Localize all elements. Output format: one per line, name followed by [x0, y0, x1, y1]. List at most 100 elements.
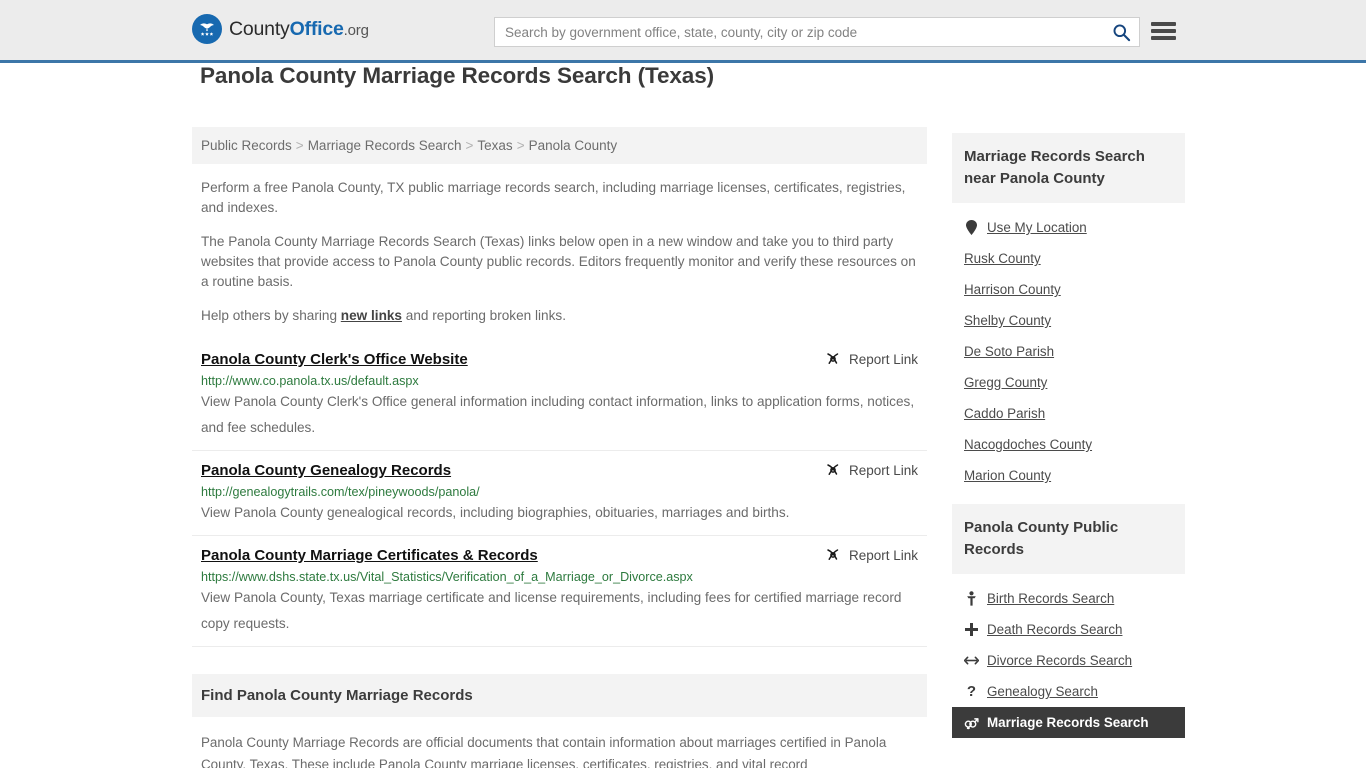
sidebar-item-label: Harrison County [964, 282, 1061, 297]
list-item: Harrison County [952, 274, 1185, 305]
main-content: Public Records > Marriage Records Search > T… [192, 127, 927, 768]
result-title-link[interactable]: Panola County Genealogy Records [201, 461, 451, 480]
sidebar-item-nacogdoches-county[interactable]: Nacogdoches County [952, 429, 1185, 460]
hamburger-bar [1151, 22, 1176, 26]
result-description: View Panola County genealogical records,… [201, 505, 790, 520]
list-item: Nacogdoches County [952, 429, 1185, 460]
sidebar-item-de-soto-parish[interactable]: De Soto Parish [952, 336, 1185, 367]
menu-button[interactable] [1151, 20, 1176, 42]
sidebar-item-label: Shelby County [964, 313, 1052, 328]
list-item: Marriage Records Search [952, 707, 1185, 738]
list-item: Gregg County [952, 367, 1185, 398]
sidebar-item-genealogy-search[interactable]: ? Genealogy Search [952, 676, 1185, 707]
find-records-paragraph: Panola County Marriage Records are offic… [201, 735, 887, 768]
sidebar-item-gregg-county[interactable]: Gregg County [952, 367, 1185, 398]
sidebar-item-label: Gregg County [964, 375, 1048, 390]
search-input[interactable] [495, 18, 1103, 46]
page-title: Panola County Marriage Records Search (T… [200, 63, 715, 88]
site-logo[interactable]: CountyOffice.org [192, 14, 369, 44]
list-item: Rusk County [952, 243, 1185, 274]
sidebar-item-label: Genealogy Search [987, 684, 1098, 699]
share-text-before: Help others by sharing [201, 308, 341, 323]
brand-part-tld: .org [343, 21, 369, 39]
result-url: https://www.dshs.state.tx.us/Vital_Stati… [201, 570, 693, 584]
report-link-button[interactable]: Report Link [825, 462, 918, 478]
list-item: Caddo Parish [952, 398, 1185, 429]
site-logo-text: CountyOffice.org [229, 18, 369, 41]
sidebar-item-caddo-parish[interactable]: Caddo Parish [952, 398, 1185, 429]
find-records-body: Panola County Marriage Records are offic… [192, 732, 927, 768]
breadcrumb-item-public-records[interactable]: Public Records [201, 138, 292, 153]
hamburger-bar [1151, 29, 1176, 33]
brand-part-county: County [229, 17, 290, 40]
sidebar-item-label: De Soto Parish [964, 344, 1055, 359]
list-item: Birth Records Search [952, 583, 1185, 614]
result-url: http://genealogytrails.com/tex/pineywood… [201, 485, 480, 499]
list-item: Marion County [952, 460, 1185, 491]
sidebar-item-birth-records-search[interactable]: Birth Records Search [952, 583, 1185, 614]
sidebar-item-rusk-county[interactable]: Rusk County [952, 243, 1185, 274]
result-title-link[interactable]: Panola County Clerk's Office Website [201, 350, 468, 369]
sidebar-item-divorce-records-search[interactable]: Divorce Records Search [952, 645, 1185, 676]
question-mark-icon: ? [966, 683, 977, 700]
result-item: Panola County Marriage Certificates & Re… [192, 536, 927, 647]
intro-text: Perform a free Panola County, TX public … [192, 178, 927, 326]
search-bar [494, 17, 1140, 47]
sidebar-item-death-records-search[interactable]: Death Records Search [952, 614, 1185, 645]
report-link-button[interactable]: Report Link [825, 547, 918, 563]
share-text-after: and reporting broken links. [402, 308, 566, 323]
list-item: Death Records Search [952, 614, 1185, 645]
sidebar-item-label: Divorce Records Search [987, 653, 1133, 668]
breadcrumb: Public Records > Marriage Records Search > T… [192, 127, 927, 164]
site-header: CountyOffice.org [0, 0, 1366, 63]
result-title-link[interactable]: Panola County Marriage Certificates & Re… [201, 546, 538, 565]
broken-link-icon [827, 464, 839, 475]
intro-paragraph-3: Help others by sharing new links and rep… [192, 306, 927, 326]
left-right-arrow-icon [964, 655, 979, 666]
new-links-link[interactable]: new links [341, 308, 402, 323]
sidebar-item-use-my-location[interactable]: Use My Location [952, 212, 1185, 243]
nearby-searches-list: Use My Location Rusk County Harrison Cou… [952, 203, 1185, 491]
breadcrumb-separator: > [465, 138, 474, 153]
report-link-label: Report Link [848, 547, 918, 563]
gender-symbols-icon [964, 716, 979, 730]
nearby-searches-title: Marriage Records Search near Panola Coun… [952, 133, 1185, 203]
result-description: View Panola County Clerk's Office genera… [201, 394, 915, 435]
find-records-header: Find Panola County Marriage Records [192, 674, 927, 717]
report-link-label: Report Link [848, 462, 918, 478]
result-item: Panola County Clerk's Office Website Rep… [192, 340, 927, 451]
map-pin-icon [964, 220, 979, 235]
sidebar-item-marriage-records-search[interactable]: Marriage Records Search [952, 707, 1185, 738]
sidebar-item-label: Marriage Records Search [987, 715, 1149, 730]
cross-icon [964, 623, 979, 636]
sidebar-item-shelby-county[interactable]: Shelby County [952, 305, 1185, 336]
result-url: http://www.co.panola.tx.us/default.aspx [201, 374, 419, 388]
hamburger-bar [1151, 36, 1176, 40]
sidebar-item-harrison-county[interactable]: Harrison County [952, 274, 1185, 305]
list-item: Divorce Records Search [952, 645, 1185, 676]
baby-icon [964, 591, 979, 606]
plus-shape [965, 623, 978, 636]
list-item: De Soto Parish [952, 336, 1185, 367]
result-description: View Panola County, Texas marriage certi… [201, 590, 902, 631]
intro-paragraph-2: The Panola County Marriage Records Searc… [201, 234, 916, 289]
brand-part-office: Office [289, 17, 344, 40]
public-records-title: Panola County Public Records [952, 504, 1185, 574]
breadcrumb-item-marriage-records-search[interactable]: Marriage Records Search [308, 138, 462, 153]
sidebar-item-label: Nacogdoches County [964, 437, 1093, 452]
search-button[interactable] [1103, 18, 1139, 46]
intro-paragraph-1: Perform a free Panola County, TX public … [201, 180, 906, 215]
eagle-logo-icon [192, 14, 222, 44]
page-body: Panola County Marriage Records Search (T… [0, 63, 1366, 768]
find-records-heading: Find Panola County Marriage Records [201, 687, 473, 704]
breadcrumb-item-texas[interactable]: Texas [477, 138, 512, 153]
sidebar-item-marion-county[interactable]: Marion County [952, 460, 1185, 491]
sidebar-item-label: Death Records Search [987, 622, 1123, 637]
list-item: Use My Location [952, 212, 1185, 243]
breadcrumb-separator: > [295, 138, 304, 153]
breadcrumb-item-panola-county[interactable]: Panola County [529, 138, 618, 153]
sidebar-item-label: Use My Location [987, 220, 1087, 235]
broken-link-icon [827, 353, 839, 364]
report-link-button[interactable]: Report Link [825, 351, 918, 367]
